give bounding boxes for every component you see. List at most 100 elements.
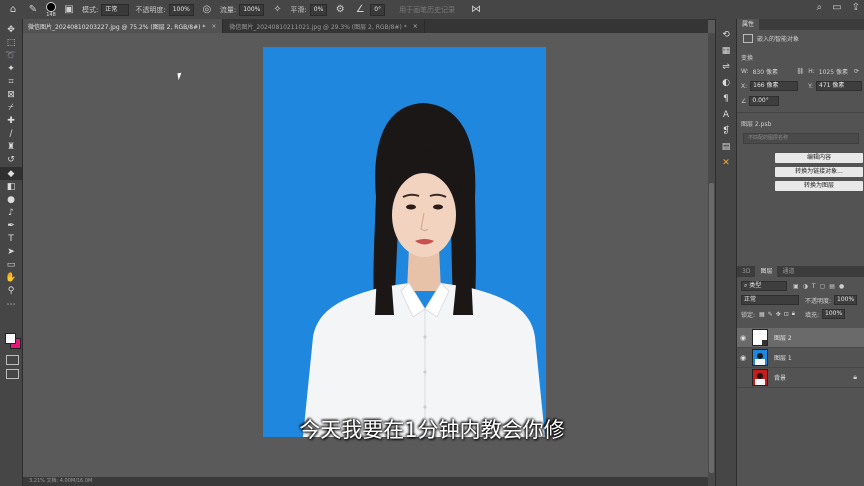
layer-opacity-field[interactable]: 100% xyxy=(834,295,858,305)
path-selection-tool-icon[interactable]: ➤ xyxy=(0,246,22,259)
move-tool-icon[interactable]: ✥ xyxy=(0,23,22,36)
filter-type-select[interactable]: ⌕ 类型 xyxy=(741,281,787,291)
tab-layers[interactable]: 图层 xyxy=(755,266,778,277)
hand-tool-icon[interactable]: ✋ xyxy=(0,272,22,285)
fill-label: 填充: xyxy=(805,311,820,319)
opacity-field[interactable]: 100% xyxy=(168,3,194,16)
convert-to-linked-button[interactable]: 转换为链接对象... xyxy=(775,167,863,177)
blend-mode-select[interactable]: 正常 xyxy=(741,295,799,305)
share-icon[interactable]: ⇪ xyxy=(852,2,860,13)
height-value[interactable]: 1025 像素 xyxy=(819,67,848,76)
layer-row[interactable]: ◉ 图层 1 xyxy=(737,348,864,368)
brush-tool-icon[interactable]: ✎ xyxy=(26,3,40,17)
brush-settings-icon[interactable]: ▣ xyxy=(62,3,76,17)
character-icon[interactable]: A xyxy=(716,107,736,123)
color-swatches[interactable] xyxy=(4,332,21,349)
tab-3d[interactable]: 3D xyxy=(737,266,755,277)
brush-tool-icon[interactable]: ∕ xyxy=(0,128,22,141)
history-brush-tool-icon[interactable]: ↺ xyxy=(0,154,22,167)
blur-tool-icon[interactable]: ● xyxy=(0,193,22,206)
magic-wand-tool-icon[interactable]: ✦ xyxy=(0,62,22,75)
workspace-icon[interactable]: ▭ xyxy=(832,2,841,13)
lock-artboard-icon[interactable]: ⊡ xyxy=(784,311,789,318)
more-tools-icon[interactable]: ⋯ xyxy=(0,298,22,311)
healing-brush-tool-icon[interactable]: ✚ xyxy=(0,115,22,128)
pressure-opacity-icon[interactable]: ◎ xyxy=(200,3,214,17)
flow-field[interactable]: 100% xyxy=(239,3,265,16)
close-icon[interactable]: × xyxy=(413,23,418,30)
filter-adjust-icon[interactable]: ◑ xyxy=(803,283,808,290)
eye-icon[interactable]: ◉ xyxy=(737,374,749,382)
edit-contents-button[interactable]: 编辑内容 xyxy=(775,153,863,163)
layer-row[interactable]: ◉ 图层 2 xyxy=(737,328,864,348)
clone-stamp-tool-icon[interactable]: ♜ xyxy=(0,141,22,154)
filter-shape-icon[interactable]: ▢ xyxy=(820,283,826,290)
lock-paint-icon[interactable]: ✎ xyxy=(768,311,773,318)
link-icon[interactable]: ⛓ xyxy=(797,68,805,75)
angle-field[interactable]: 0° xyxy=(370,3,386,16)
dodge-tool-icon[interactable]: ♪ xyxy=(0,206,22,219)
brush-preset-picker[interactable]: 148 xyxy=(46,1,56,18)
layer-thumbnail xyxy=(752,369,768,386)
scrollbar-thumb[interactable] xyxy=(709,183,714,473)
foreground-color-swatch[interactable] xyxy=(5,333,16,344)
eye-icon[interactable]: ◉ xyxy=(737,334,749,342)
tab-channels[interactable]: 通道 xyxy=(777,266,799,277)
lock-pixels-icon[interactable]: ▦ xyxy=(759,311,765,318)
filter-smart-icon[interactable]: ▤ xyxy=(829,283,835,290)
eye-icon[interactable]: ◉ xyxy=(737,354,749,362)
screen-mode-icon[interactable] xyxy=(6,369,19,379)
tab-document-2[interactable]: 微信图片_20240810211021.jpg @ 29.3% (图层 2, R… xyxy=(223,19,425,33)
history-icon[interactable]: ⟲ xyxy=(716,27,736,43)
smooth-field[interactable]: 0% xyxy=(309,3,328,16)
paragraph-style-icon[interactable]: ❡ xyxy=(716,123,736,139)
swatches-icon[interactable]: ▦ xyxy=(716,43,736,59)
tab-properties[interactable]: 属性 xyxy=(737,19,760,30)
zoom-tool-icon[interactable]: ⚲ xyxy=(0,285,22,298)
convert-to-layers-button[interactable]: 转换为图层 xyxy=(775,181,863,191)
brush-dot-icon xyxy=(46,1,56,12)
mode-select[interactable]: 正常 xyxy=(101,3,130,16)
rectangle-tool-icon[interactable]: ▭ xyxy=(0,259,22,272)
lock-position-icon[interactable]: ✥ xyxy=(776,311,781,318)
width-value[interactable]: 830 像素 xyxy=(753,67,793,76)
search-icon[interactable]: ⌕ xyxy=(817,2,823,13)
gear-icon[interactable]: ⚙ xyxy=(333,3,347,17)
type-tool-icon[interactable]: T xyxy=(0,233,22,246)
angle-field[interactable]: 0.00° xyxy=(749,96,780,106)
home-icon[interactable]: ⌂ xyxy=(6,3,20,17)
filter-pixel-icon[interactable]: ▣ xyxy=(793,283,799,290)
airbrush-icon[interactable]: ✧ xyxy=(270,3,284,17)
fill-field[interactable]: 100% xyxy=(822,309,846,319)
crop-tool-icon[interactable]: ⌗ xyxy=(0,75,22,88)
reset-icon[interactable]: ⟳ xyxy=(854,68,859,75)
close-icon[interactable]: × xyxy=(211,23,216,30)
marquee-tool-icon[interactable]: ⬚ xyxy=(0,36,22,49)
pen-tool-icon[interactable]: ✒ xyxy=(0,219,22,232)
gradient-tool-icon[interactable]: ◧ xyxy=(0,180,22,193)
quick-mask-icon[interactable] xyxy=(6,355,19,365)
eraser-tool-icon[interactable]: ◆ xyxy=(0,167,22,181)
color-icon[interactable]: ◐ xyxy=(716,75,736,91)
filter-toggle-icon[interactable]: ● xyxy=(839,283,844,290)
symmetry-icon[interactable]: ⋈ xyxy=(469,3,483,17)
vertical-scrollbar[interactable] xyxy=(708,33,715,486)
paragraph-icon[interactable]: ¶ xyxy=(716,91,736,107)
y-field[interactable]: 471 像素 xyxy=(816,81,863,91)
frame-tool-icon[interactable]: ⊠ xyxy=(0,88,22,101)
tab-label: 微信图片_20240810203227.jpg @ 75.2% (图层 2, R… xyxy=(28,23,206,31)
filter-type-icon[interactable]: T xyxy=(812,283,816,290)
lock-all-icon[interactable]: 🔒︎ xyxy=(792,310,795,318)
libraries-icon[interactable]: ▤ xyxy=(716,139,736,155)
adjustments-icon[interactable]: ⇌ xyxy=(716,59,736,75)
lock-icon[interactable]: 🔒︎ xyxy=(853,373,857,382)
lasso-tool-icon[interactable]: ➰ xyxy=(0,49,22,62)
eyedropper-tool-icon[interactable]: ⌿ xyxy=(0,102,22,115)
x-field[interactable]: 166 像素 xyxy=(750,81,799,91)
file-row: 图层 2.psb xyxy=(741,119,864,128)
layer-comp-select[interactable]: 不匹配的图层名称 xyxy=(743,133,859,144)
layer-row[interactable]: ◉ 背景 🔒︎ xyxy=(737,368,864,388)
document-photo[interactable] xyxy=(263,47,546,437)
tool-presets-icon[interactable]: ✕ xyxy=(716,155,736,171)
tab-document-1[interactable]: 微信图片_20240810203227.jpg @ 75.2% (图层 2, R… xyxy=(22,19,224,33)
